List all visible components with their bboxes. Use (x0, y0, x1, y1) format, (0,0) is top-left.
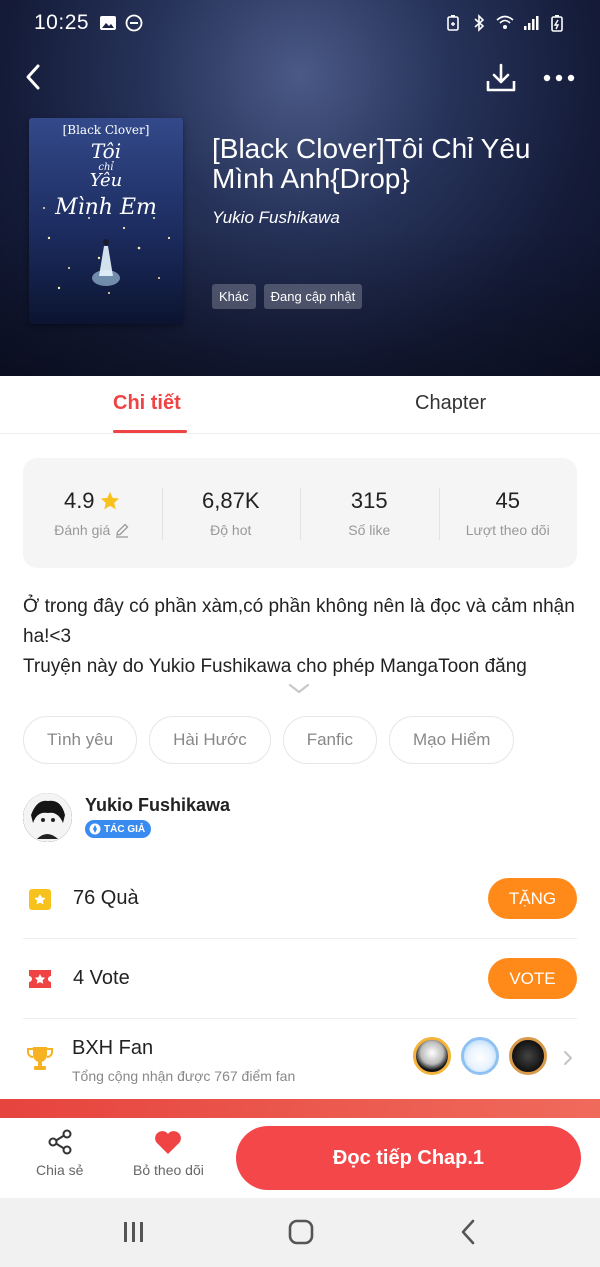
do-not-disturb-icon (125, 14, 143, 32)
fan-avatar[interactable] (461, 1037, 499, 1075)
top-nav (0, 55, 600, 99)
stat-hot-value: 6,87K (202, 488, 260, 513)
book-description[interactable]: Ở trong đây có phần xàm,có phần không nê… (23, 592, 583, 682)
stat-followers-value: 45 (495, 488, 520, 513)
genre-chips: Tình yêu Hài Hước Fanfic Mạo Hiểm (23, 716, 515, 764)
star-icon (100, 491, 119, 510)
stats-card: 4.9 Đánh giá 6,87K Độ hot 315 Số like 45… (23, 458, 577, 568)
cover-art: [Black Clover] Tôi chỉ Yêu Mình Em (29, 118, 183, 324)
status-bar: 10:25 (0, 0, 600, 46)
author-badge-label: TÁC GIẢ (104, 823, 146, 835)
tab-chapter[interactable]: Chapter (415, 392, 486, 415)
gift-row: 76 Quà TẶNG (23, 859, 577, 939)
stat-followers-label: Lượt theo dõi (465, 522, 550, 538)
vote-count: 4 Vote (73, 967, 130, 989)
stat-followers: 45 Lượt theo dõi (438, 458, 578, 568)
fan-ranking-subtitle: Tổng cộng nhận được 767 điểm fan (72, 1068, 296, 1084)
author-row[interactable]: Yukio Fushikawa TÁC GIẢ (23, 793, 577, 843)
unfollow-button[interactable]: Bỏ theo dõi (133, 1128, 204, 1178)
genre-chip[interactable]: Mạo Hiểm (389, 716, 515, 764)
book-tags: Khác Đang cập nhật (212, 284, 363, 309)
book-header: 10:25 [Black Clover] Tôi chỉ Yêu Mình Em… (0, 0, 600, 376)
tab-active-indicator (113, 430, 187, 433)
stat-rating-label: Đánh giá (54, 522, 111, 538)
chevron-right-icon[interactable] (561, 1049, 575, 1067)
stat-likes: 315 Số like (300, 458, 439, 568)
download-icon[interactable] (484, 61, 518, 95)
stat-rating-value: 4.9 (63, 488, 95, 513)
vote-button[interactable]: VOTE (488, 958, 577, 999)
system-back-icon[interactable] (454, 1218, 484, 1246)
description-line-2: Truyện này do Yukio Fushikawa cho phép M… (23, 656, 527, 677)
description-line-1: Ở trong đây có phần xàm,có phần không nê… (23, 596, 575, 647)
genre-chip[interactable]: Hài Hước (149, 716, 271, 764)
heart-icon (155, 1131, 182, 1154)
tag-category: Khác (212, 284, 256, 309)
status-time: 10:25 (34, 11, 90, 34)
top-fans (413, 1037, 547, 1075)
tab-bar: Chi tiết Chapter (0, 376, 600, 434)
back-icon[interactable] (18, 61, 50, 93)
edit-icon (116, 523, 129, 538)
stat-likes-label: Số like (348, 522, 391, 538)
book-author[interactable]: Yukio Fushikawa (212, 208, 340, 228)
battery-saver-icon (447, 15, 459, 31)
share-button[interactable]: Chia sẻ (36, 1128, 83, 1178)
stat-hot: 6,87K Độ hot (161, 458, 301, 568)
tab-details[interactable]: Chi tiết (113, 392, 181, 415)
wifi-icon (496, 15, 514, 29)
stat-rating[interactable]: 4.9 Đánh giá (23, 458, 162, 568)
system-nav-bar (0, 1198, 600, 1267)
svg-text:Yêu: Yêu (90, 170, 123, 191)
fan-avatar[interactable] (509, 1037, 547, 1075)
continue-reading-button[interactable]: Đọc tiếp Chap.1 (236, 1126, 581, 1190)
gift-count: 76 Quà (73, 887, 139, 909)
fan-avatar[interactable] (413, 1037, 451, 1075)
svg-text:[Black Clover]: [Black Clover] (63, 123, 150, 137)
stat-hot-label: Độ hot (210, 522, 252, 538)
gift-icon (29, 889, 51, 910)
fan-ranking-row[interactable]: BXH Fan Tổng cộng nhận được 767 điểm fan (23, 1019, 577, 1099)
banner-strip (0, 1099, 600, 1119)
author-avatar[interactable] (23, 793, 72, 842)
book-cover: [Black Clover] Tôi chỉ Yêu Mình Em (29, 118, 183, 324)
gallery-icon (100, 16, 117, 30)
vote-row: 4 Vote VOTE (23, 939, 577, 1019)
pen-badge-icon (89, 823, 101, 835)
give-gift-button[interactable]: TẶNG (488, 878, 577, 919)
tag-status: Đang cập nhật (263, 284, 363, 309)
book-title: [Black Clover]Tôi Chỉ Yêu Mình Anh{Drop} (212, 133, 531, 194)
bottom-action-bar: Chia sẻ Bỏ theo dõi Đọc tiếp Chap.1 (0, 1118, 600, 1198)
signal-icon (524, 16, 539, 30)
expand-chevron-icon[interactable] (287, 681, 311, 697)
recent-apps-icon[interactable] (119, 1218, 149, 1246)
svg-text:Mình Em: Mình Em (54, 195, 157, 220)
share-label: Chia sẻ (36, 1162, 84, 1178)
author-name[interactable]: Yukio Fushikawa (85, 795, 230, 816)
vote-ticket-icon (29, 970, 51, 988)
more-options-icon[interactable] (540, 61, 578, 95)
author-badge: TÁC GIẢ (85, 820, 152, 838)
home-icon[interactable] (286, 1218, 316, 1246)
bluetooth-icon (474, 14, 485, 32)
stat-likes-value: 315 (350, 488, 388, 513)
trophy-icon (27, 1047, 53, 1070)
svg-text:Tôi: Tôi (91, 139, 121, 163)
battery-icon (551, 15, 563, 32)
fan-ranking-title: BXH Fan (72, 1037, 154, 1059)
genre-chip[interactable]: Fanfic (282, 716, 377, 764)
genre-chip[interactable]: Tình yêu (23, 716, 138, 764)
unfollow-label: Bỏ theo dõi (133, 1162, 204, 1178)
share-icon (48, 1129, 72, 1155)
